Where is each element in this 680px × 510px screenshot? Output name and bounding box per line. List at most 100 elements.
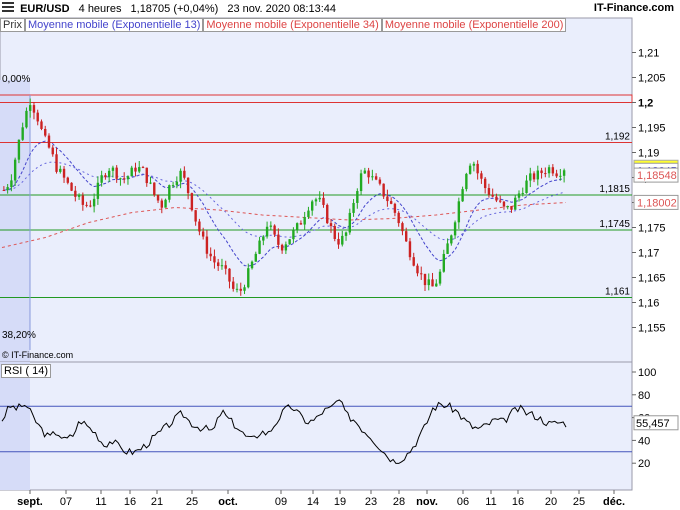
candle-body: [510, 206, 513, 210]
candle-body: [544, 173, 547, 175]
legend-price[interactable]: Prix: [0, 18, 25, 32]
candle-body: [337, 238, 340, 245]
candle-body: [348, 212, 351, 233]
candle-body: [243, 287, 246, 291]
candle-body: [123, 178, 126, 180]
candle-body: [453, 222, 457, 236]
candle-body: [280, 244, 284, 251]
candle-body: [284, 244, 288, 251]
candle-body: [6, 187, 9, 191]
x-tick-label: 11: [95, 496, 106, 508]
candle-body: [408, 241, 412, 258]
candle-body: [10, 180, 13, 188]
candle-body: [201, 231, 205, 237]
candle-body: [277, 234, 280, 245]
candle-body: [423, 273, 427, 286]
candle-body: [224, 265, 227, 269]
price-tick-label: 1,175: [638, 223, 666, 235]
candle-body: [179, 170, 182, 182]
candle-body: [92, 198, 96, 207]
candle-body: [59, 168, 62, 172]
candle-body: [186, 177, 190, 194]
candle-body: [134, 167, 137, 172]
price-tick-label: 1,2: [638, 98, 653, 110]
candle-body: [62, 168, 66, 178]
rsi-title[interactable]: RSI ( 14): [1, 364, 52, 378]
candle-body: [457, 201, 461, 223]
candle-body: [405, 231, 408, 242]
candle-body: [499, 200, 502, 202]
candle-body: [156, 194, 160, 201]
candle-body: [314, 199, 318, 202]
candle-body: [382, 183, 385, 197]
menu-icon[interactable]: [2, 2, 14, 13]
candle-body: [389, 201, 393, 204]
candle-body: [476, 163, 479, 174]
candle-body: [491, 194, 494, 197]
candle-body: [420, 273, 423, 275]
legend-ma34[interactable]: Moyenne mobile (Exponentielle 34): [203, 18, 382, 32]
level-label: 1,161: [605, 287, 630, 298]
level-label: 1,1815: [599, 184, 630, 195]
candle-body: [171, 185, 175, 187]
candle-body: [468, 165, 472, 174]
candle-body: [273, 225, 276, 235]
x-tick-label: déc.: [603, 496, 625, 508]
candle-body: [487, 188, 491, 195]
x-tick-label: oct.: [218, 496, 238, 508]
candle-body: [51, 147, 54, 155]
candle-body: [40, 121, 43, 129]
candle-body: [442, 253, 445, 272]
candle-body: [401, 223, 404, 232]
candle-body: [431, 279, 434, 287]
candle-body: [111, 167, 115, 171]
candle-body: [47, 135, 51, 148]
candle-body: [288, 239, 291, 245]
watermark: © IT-Finance.com: [2, 350, 74, 360]
period-label: 4 heures: [78, 3, 122, 15]
candle-body: [438, 271, 442, 284]
candle-body: [29, 105, 32, 111]
candle-body: [435, 283, 438, 287]
candle-body: [77, 195, 81, 197]
x-tick-label: nov.: [416, 496, 438, 508]
price-label-text: 1,18002: [637, 197, 677, 209]
candle-body: [194, 210, 197, 222]
price-panel: [0, 17, 633, 363]
candle-body: [145, 167, 148, 184]
candle-body: [555, 173, 558, 177]
header-row: EUR/USD 4 heures 1,18705 (+0,04%) 23 nov…: [2, 2, 336, 15]
price-tick-label: 1,205: [638, 73, 666, 85]
price-tick-label: 1,16: [638, 298, 659, 310]
candle-body: [472, 163, 476, 166]
x-tick-label: 20: [545, 496, 557, 508]
price-tick-label: 1,19: [638, 148, 659, 160]
candle-body: [13, 159, 17, 181]
legend-ma13[interactable]: Moyenne mobile (Exponentielle 13): [24, 18, 204, 32]
candle-body: [228, 268, 231, 282]
candle-body: [547, 167, 551, 174]
candle-body: [356, 191, 359, 203]
candle-body: [81, 195, 85, 205]
candle-body: [446, 243, 449, 254]
candle-body: [502, 201, 506, 207]
candle-body: [36, 112, 39, 122]
candle-body: [269, 225, 273, 227]
candle-body: [374, 176, 378, 180]
price-tick-label: 1,21: [638, 48, 659, 60]
candle-body: [254, 253, 257, 262]
x-tick-label: 25: [573, 496, 585, 508]
candle-body: [540, 170, 543, 174]
candle-body: [138, 167, 141, 172]
candle-body: [326, 204, 329, 224]
x-tick-label: 16: [512, 496, 524, 508]
candle-body: [265, 226, 269, 237]
candle-body: [126, 176, 130, 180]
legend-ma200[interactable]: Moyenne mobile (Exponentielle 200): [381, 18, 567, 32]
x-tick-label: 25: [186, 496, 198, 508]
candle-body: [149, 182, 152, 184]
candle-body: [262, 236, 265, 241]
candle-body: [235, 288, 239, 290]
candle-body: [318, 197, 321, 200]
candle-body: [168, 185, 171, 200]
